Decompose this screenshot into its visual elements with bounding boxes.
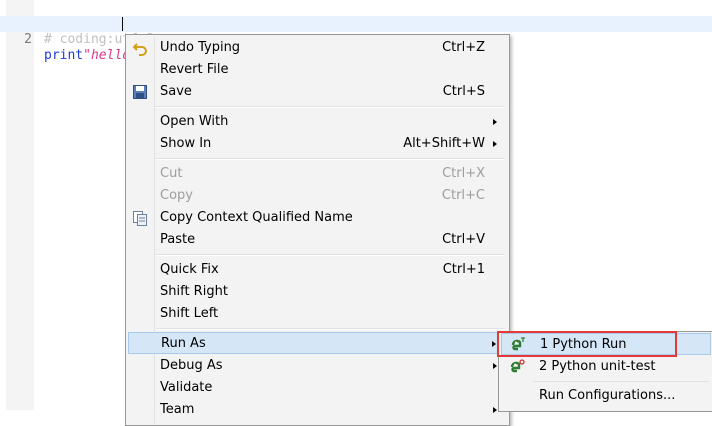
menu-item-label: Open With [160, 114, 229, 129]
menu-item-label: Validate [160, 380, 213, 395]
print-keyword: print [44, 48, 84, 63]
code-line-2[interactable]: 2 print"hello world!" [0, 16, 712, 63]
menu-item-run-as[interactable]: Run As [128, 332, 505, 354]
submenu-arrow-icon [493, 141, 497, 147]
menu-item-copy-context-qualified-name[interactable]: Copy Context Qualified Name [128, 207, 505, 229]
menu-item-label: Copy [160, 188, 193, 203]
menu-item-label: Run As [161, 336, 206, 351]
editor-context-menu: Undo Typing Ctrl+Z Revert File Save Ctrl… [125, 34, 510, 426]
submenu-item-label: 1 Python Run [540, 337, 627, 352]
menu-item-shortcut: Ctrl+V [442, 232, 485, 247]
menu-item-label: Debug As [160, 358, 223, 373]
menu-item-label: Cut [160, 166, 183, 181]
submenu-item-python-run[interactable]: 1 Python Run [501, 333, 711, 355]
menu-item-label: Show In [160, 136, 212, 151]
menu-item-shortcut: Ctrl+S [442, 84, 485, 99]
submenu-item-label: 2 Python unit-test [539, 359, 656, 374]
menu-item-cut[interactable]: Cut Ctrl+X [128, 163, 505, 185]
menu-item-open-with[interactable]: Open With [128, 111, 505, 133]
submenu-arrow-icon [493, 119, 497, 125]
menu-item-quick-fix[interactable]: Quick Fix Ctrl+1 [128, 259, 505, 281]
menu-item-validate[interactable]: Validate [128, 377, 505, 399]
menu-item-label: Revert File [160, 62, 229, 77]
save-icon [132, 84, 148, 100]
menu-item-label: Undo Typing [160, 40, 241, 55]
menu-item-paste[interactable]: Paste Ctrl+V [128, 229, 505, 251]
text-caret [122, 17, 123, 31]
code-line-1[interactable]: 1 # coding:utf-8 [0, 0, 712, 47]
menu-item-label: Copy Context Qualified Name [160, 210, 353, 225]
menu-item-shortcut: Ctrl+1 [442, 262, 485, 277]
copy-qualified-name-icon [132, 210, 148, 226]
menu-separator [156, 328, 505, 330]
menu-item-revert-file[interactable]: Revert File [128, 59, 505, 81]
python-unittest-icon [509, 359, 525, 375]
submenu-arrow-icon [492, 341, 496, 347]
menu-item-label: Save [160, 84, 192, 99]
menu-item-shortcut: Ctrl+X [442, 166, 485, 181]
submenu-arrow-icon [493, 363, 497, 369]
menu-item-label: Paste [160, 232, 196, 247]
menu-item-label: Quick Fix [160, 262, 219, 277]
menu-item-shortcut: Ctrl+Z [442, 40, 485, 55]
menu-item-label: Shift Left [160, 306, 219, 321]
menu-item-show-in[interactable]: Show In Alt+Shift+W [128, 133, 505, 155]
submenu-arrow-icon [493, 407, 497, 413]
python-run-icon [510, 337, 526, 353]
line-number: 2 [24, 32, 32, 47]
submenu-item-run-configurations[interactable]: Run Configurations... [501, 385, 711, 407]
menu-separator [156, 158, 505, 160]
undo-icon [132, 40, 148, 56]
submenu-item-label: Run Configurations... [539, 388, 676, 403]
run-as-submenu: 1 Python Run 2 Python unit-test Run Conf… [498, 331, 712, 412]
menu-item-copy[interactable]: Copy Ctrl+C [128, 185, 505, 207]
menu-item-debug-as[interactable]: Debug As [128, 355, 505, 377]
menu-item-shift-right[interactable]: Shift Right [128, 281, 505, 303]
menu-item-team[interactable]: Team [128, 399, 505, 421]
menu-item-save[interactable]: Save Ctrl+S [128, 81, 505, 103]
menu-item-shortcut: Alt+Shift+W [403, 136, 485, 151]
menu-item-shift-left[interactable]: Shift Left [128, 303, 505, 325]
submenu-item-python-unit-test[interactable]: 2 Python unit-test [501, 356, 711, 378]
menu-item-label: Team [160, 402, 195, 417]
menu-item-label: Shift Right [160, 284, 228, 299]
menu-separator [533, 381, 709, 382]
menu-item-shortcut: Ctrl+C [441, 188, 485, 203]
menu-item-undo-typing[interactable]: Undo Typing Ctrl+Z [128, 37, 505, 59]
menu-separator [156, 106, 505, 108]
menu-separator [156, 254, 505, 256]
